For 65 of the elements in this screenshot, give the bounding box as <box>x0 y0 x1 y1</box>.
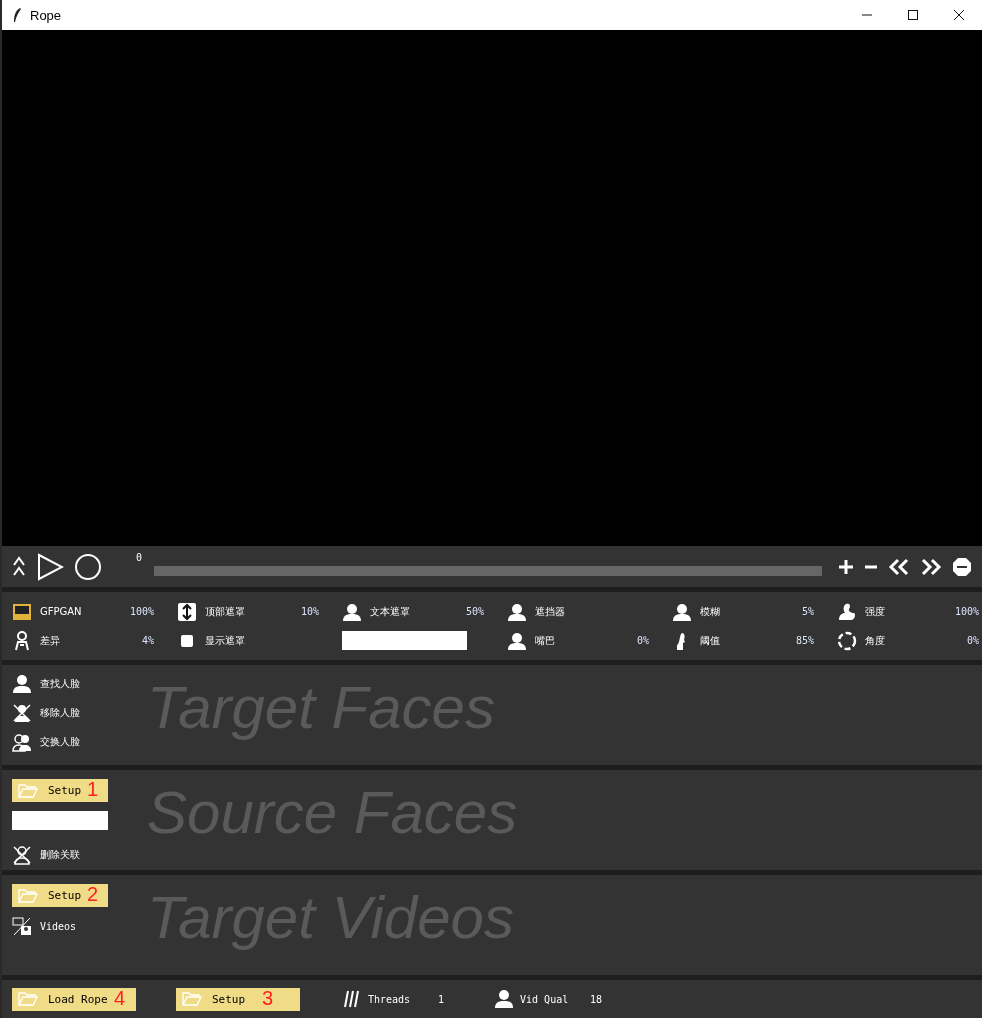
filter-label[interactable]: Videos <box>40 920 77 932</box>
search-field[interactable] <box>12 811 108 830</box>
threads-value[interactable]: 1 <box>438 993 445 1005</box>
close-icon[interactable] <box>953 9 965 21</box>
action-label[interactable]: 查找人脸 <box>40 677 80 691</box>
play-icon[interactable] <box>36 552 64 581</box>
person-icon <box>507 601 527 622</box>
stop-icon[interactable] <box>952 556 972 577</box>
parameter-label: 模糊 <box>700 604 721 619</box>
folder-icon <box>182 991 202 1007</box>
parameter-value[interactable]: 10% <box>259 606 319 617</box>
figure-icon <box>12 630 32 651</box>
rewind-icon[interactable] <box>888 557 910 576</box>
parameter-label: 文本遮罩 <box>370 604 411 619</box>
parameter-value[interactable]: 100% <box>919 606 979 617</box>
parameter-value[interactable]: 0% <box>919 635 979 646</box>
frame-number: 0 <box>136 551 143 563</box>
action-label[interactable]: 交换人脸 <box>40 735 80 749</box>
annotation-number: 3 <box>262 986 274 1010</box>
threads-label: Threads <box>368 993 412 1005</box>
plus-icon[interactable] <box>838 558 854 575</box>
person-icon <box>507 630 527 651</box>
parameter-label: 差异 <box>40 633 61 648</box>
person-icon <box>672 601 692 622</box>
action-label[interactable]: 移除人脸 <box>40 706 80 720</box>
parameter-value[interactable]: 85% <box>754 635 814 646</box>
badge-icon <box>12 601 32 622</box>
video-quality-label: Vid Qual <box>520 993 570 1005</box>
two-people-icon[interactable] <box>12 732 32 752</box>
annotation-number: 1 <box>87 778 99 801</box>
crossed-person-icon[interactable] <box>12 703 32 723</box>
slashes-icon <box>344 990 360 1008</box>
dashed-circle-icon <box>837 630 857 651</box>
video-quality-value[interactable]: 18 <box>590 993 603 1005</box>
parameter-label: 强度 <box>865 604 886 619</box>
record-icon[interactable] <box>74 552 102 581</box>
maximize-icon[interactable] <box>907 9 919 21</box>
person-icon <box>342 601 362 622</box>
parameter-value[interactable]: 4% <box>94 635 154 646</box>
parameter-label: 显示遮罩 <box>205 633 246 648</box>
folder-icon <box>18 887 38 904</box>
text-field[interactable] <box>342 631 467 650</box>
window-title: Rope <box>30 7 62 23</box>
parameter-value[interactable]: 0% <box>589 635 649 646</box>
action-label[interactable]: 删除关联 <box>40 848 80 862</box>
arm-icon <box>837 601 857 622</box>
parameter-label: 阈值 <box>700 633 721 648</box>
parameter-value[interactable]: 50% <box>424 606 484 617</box>
folder-icon <box>18 991 38 1007</box>
feather-icon <box>12 7 22 23</box>
person-icon[interactable] <box>12 674 32 694</box>
parameter-value[interactable]: 100% <box>94 606 154 617</box>
timeline-slider[interactable] <box>154 565 822 576</box>
parameter-value[interactable]: 5% <box>754 606 814 617</box>
person-icon <box>494 989 515 1009</box>
parameter-label: 角度 <box>865 633 886 648</box>
annotation-number: 4 <box>114 986 126 1010</box>
folder-icon <box>18 782 38 799</box>
parameter-label: 嘴巴 <box>535 633 556 648</box>
parameter-label: 顶部遮罩 <box>205 604 246 619</box>
annotation-number: 2 <box>87 883 99 906</box>
parameter-label: 遮挡器 <box>535 604 566 619</box>
parameter-label: GFPGAN <box>40 606 83 617</box>
crossed-person-icon[interactable] <box>12 845 32 865</box>
fast-forward-icon[interactable] <box>920 557 942 576</box>
